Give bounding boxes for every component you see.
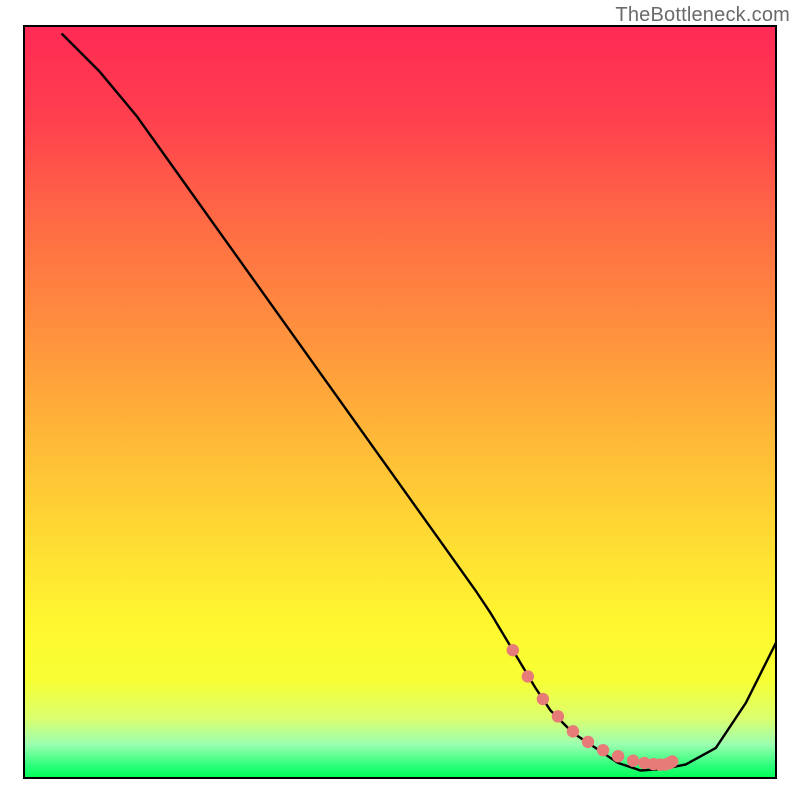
optimal-marker xyxy=(627,755,639,767)
optimal-marker xyxy=(582,736,594,748)
optimal-marker xyxy=(507,644,519,656)
chart-root: TheBottleneck.com xyxy=(0,0,800,800)
gradient-background xyxy=(24,26,776,778)
bottleneck-chart xyxy=(0,0,800,800)
optimal-marker xyxy=(666,755,678,767)
optimal-marker xyxy=(552,710,564,722)
watermark-text: TheBottleneck.com xyxy=(615,4,790,27)
optimal-marker xyxy=(612,750,624,762)
optimal-marker xyxy=(597,744,609,756)
optimal-marker xyxy=(567,725,579,737)
optimal-marker xyxy=(522,670,534,682)
optimal-marker xyxy=(537,693,549,705)
